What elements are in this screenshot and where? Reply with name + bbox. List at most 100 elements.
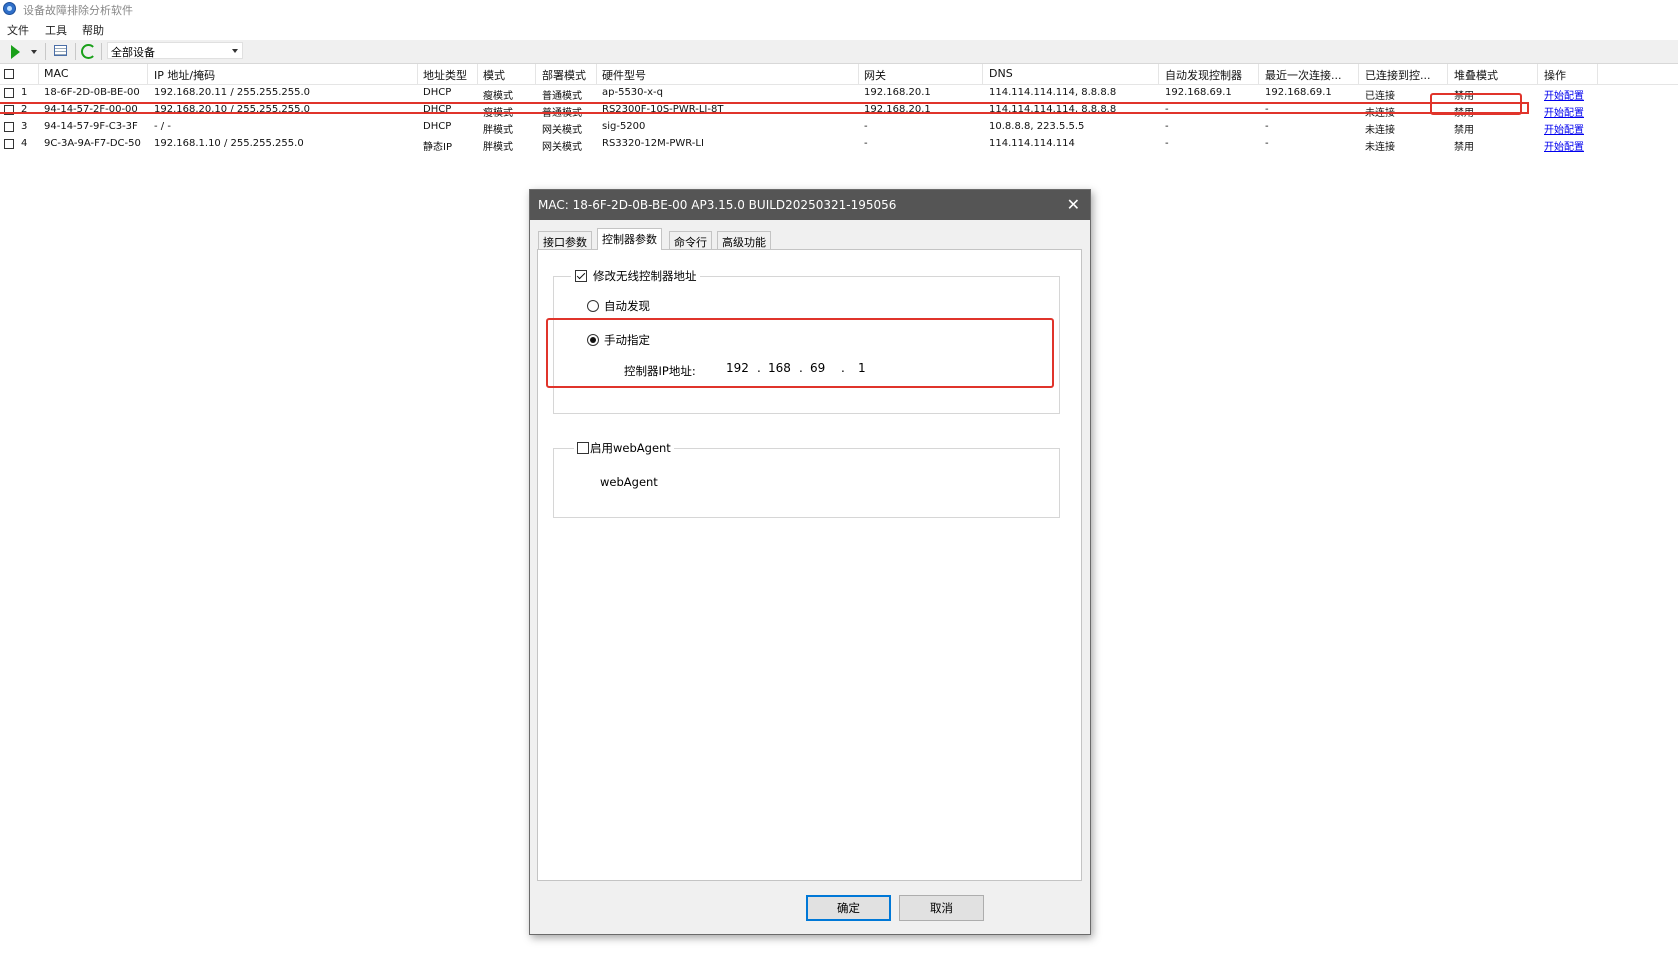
chevron-down-icon: [232, 49, 238, 53]
toolbar-separator: [101, 43, 102, 60]
auto-discover-radio[interactable]: [587, 300, 599, 312]
play-icon[interactable]: [11, 45, 20, 59]
menu-tools[interactable]: 工具: [45, 22, 67, 38]
start-config-link[interactable]: 开始配置: [1544, 121, 1584, 136]
cell-mode: 胖模式: [483, 125, 513, 136]
column-header-addr-type[interactable]: 地址类型: [423, 67, 467, 83]
column-divider: [1447, 64, 1448, 84]
column-divider: [1597, 64, 1598, 84]
column-header-ip[interactable]: IP 地址/掩码: [154, 67, 215, 83]
device-filter-select[interactable]: 全部设备: [107, 42, 243, 59]
cell-stack: 禁用: [1454, 142, 1474, 153]
table-view-icon[interactable]: [54, 45, 67, 56]
column-divider: [417, 64, 418, 84]
ok-button[interactable]: 确定: [806, 895, 891, 921]
column-divider: [1258, 64, 1259, 84]
column-divider: [535, 64, 536, 84]
table-row[interactable]: 1 18-6F-2D-0B-BE-00 192.168.20.11 / 255.…: [0, 86, 1584, 102]
column-divider: [477, 64, 478, 84]
column-header-dns[interactable]: DNS: [989, 67, 1013, 80]
column-divider: [982, 64, 983, 84]
row-index: 3: [21, 121, 28, 132]
cell-deploy: 普通模式: [542, 91, 582, 102]
tab-controller-params[interactable]: 控制器参数: [597, 228, 662, 250]
column-header-stack[interactable]: 堆叠模式: [1454, 67, 1498, 83]
cell-mac: 18-6F-2D-0B-BE-00: [44, 87, 140, 98]
auto-discover-label: 自动发现: [604, 299, 650, 313]
cell-mode: 瘦模式: [483, 91, 513, 102]
column-header-auto-ctrl[interactable]: 自动发现控制器: [1165, 67, 1242, 83]
column-header-action[interactable]: 操作: [1544, 67, 1566, 83]
table-row[interactable]: 4 9C-3A-9A-F7-DC-50 192.168.1.10 / 255.2…: [0, 137, 1584, 153]
cell-last-conn: -: [1265, 138, 1269, 149]
column-divider: [147, 64, 148, 84]
modify-controller-checkbox[interactable]: [575, 270, 587, 282]
cell-mac: 94-14-57-9F-C3-3F: [44, 121, 138, 132]
refresh-icon[interactable]: [81, 44, 96, 59]
tab-interface-params[interactable]: 接口参数: [538, 231, 592, 249]
column-divider: [1537, 64, 1538, 84]
manual-highlight-box: [546, 318, 1054, 388]
title-bar: 设备故障排除分析软件: [0, 0, 1678, 18]
controller-params-panel: 修改无线控制器地址 自动发现 手动指定 控制器IP地址: 192 . 168 .…: [537, 249, 1082, 881]
column-divider: [1358, 64, 1359, 84]
app-title: 设备故障排除分析软件: [23, 4, 133, 17]
modify-controller-label: 修改无线控制器地址: [571, 268, 700, 284]
cell-deploy: 网关模式: [542, 142, 582, 153]
cell-connected: 未连接: [1365, 142, 1395, 153]
cell-addr-type: 静态IP: [423, 142, 452, 153]
cell-gateway: -: [864, 121, 868, 132]
row-checkbox[interactable]: [4, 88, 14, 98]
table-row[interactable]: 3 94-14-57-9F-C3-3F - / - DHCP 胖模式 网关模式 …: [0, 120, 1584, 136]
webagent-checkbox[interactable]: [577, 442, 589, 454]
dialog-title-bar[interactable]: MAC: 18-6F-2D-0B-BE-00 AP3.15.0 BUILD202…: [530, 190, 1090, 220]
row-checkbox[interactable]: [4, 122, 14, 132]
cell-ip: 192.168.1.10 / 255.255.255.0: [154, 138, 304, 149]
cell-addr-type: DHCP: [423, 121, 452, 132]
cell-last-conn: 192.168.69.1: [1265, 87, 1332, 98]
cell-gateway: -: [864, 138, 868, 149]
tab-command-line[interactable]: 命令行: [669, 231, 712, 249]
row-checkbox[interactable]: [4, 139, 14, 149]
play-dropdown-icon[interactable]: [31, 50, 37, 54]
column-header-gateway[interactable]: 网关: [864, 67, 886, 83]
row-index: 1: [21, 87, 28, 98]
row-index: 4: [21, 138, 28, 149]
cell-deploy: 网关模式: [542, 125, 582, 136]
tab-advanced[interactable]: 高级功能: [717, 231, 771, 249]
cell-dns: 114.114.114.114: [989, 138, 1075, 149]
column-header-mac[interactable]: MAC: [44, 67, 69, 80]
column-header-connected[interactable]: 已连接到控...: [1365, 67, 1431, 83]
cell-ip: 192.168.20.11 / 255.255.255.0: [154, 87, 311, 98]
cancel-button[interactable]: 取消: [899, 895, 984, 921]
menu-file[interactable]: 文件: [7, 22, 29, 38]
config-dialog: MAC: 18-6F-2D-0B-BE-00 AP3.15.0 BUILD202…: [529, 189, 1091, 935]
select-all-checkbox[interactable]: [4, 69, 14, 79]
cell-addr-type: DHCP: [423, 87, 452, 98]
start-config-link[interactable]: 开始配置: [1544, 104, 1584, 119]
column-header-deploy[interactable]: 部署模式: [542, 67, 586, 83]
menu-help[interactable]: 帮助: [82, 22, 104, 38]
cell-gateway: 192.168.20.1: [864, 87, 931, 98]
close-icon[interactable]: ✕: [1067, 195, 1080, 214]
cell-auto-ctrl: -: [1165, 121, 1169, 132]
table-header: MAC IP 地址/掩码 地址类型 模式 部署模式 硬件型号 网关 DNS 自动…: [0, 64, 1678, 85]
start-config-link[interactable]: 开始配置: [1544, 87, 1584, 102]
toolbar-separator: [45, 43, 46, 60]
column-header-last-conn[interactable]: 最近一次连接...: [1265, 67, 1342, 83]
cell-mac: 9C-3A-9A-F7-DC-50: [44, 138, 141, 149]
cell-mode: 胖模式: [483, 142, 513, 153]
cell-auto-ctrl: 192.168.69.1: [1165, 87, 1232, 98]
cell-ip: - / -: [154, 121, 171, 132]
column-header-model[interactable]: 硬件型号: [602, 67, 646, 83]
column-divider: [858, 64, 859, 84]
row-highlight-box: [0, 102, 1529, 114]
toolbar: 全部设备: [0, 40, 1678, 64]
dialog-title: MAC: 18-6F-2D-0B-BE-00 AP3.15.0 BUILD202…: [538, 198, 897, 212]
device-filter-value: 全部设备: [111, 46, 155, 59]
action-highlight-box: [1430, 93, 1522, 115]
column-header-mode[interactable]: 模式: [483, 67, 505, 83]
start-config-link[interactable]: 开始配置: [1544, 138, 1584, 153]
cell-stack: 禁用: [1454, 125, 1474, 136]
webagent-text: webAgent: [600, 475, 658, 489]
